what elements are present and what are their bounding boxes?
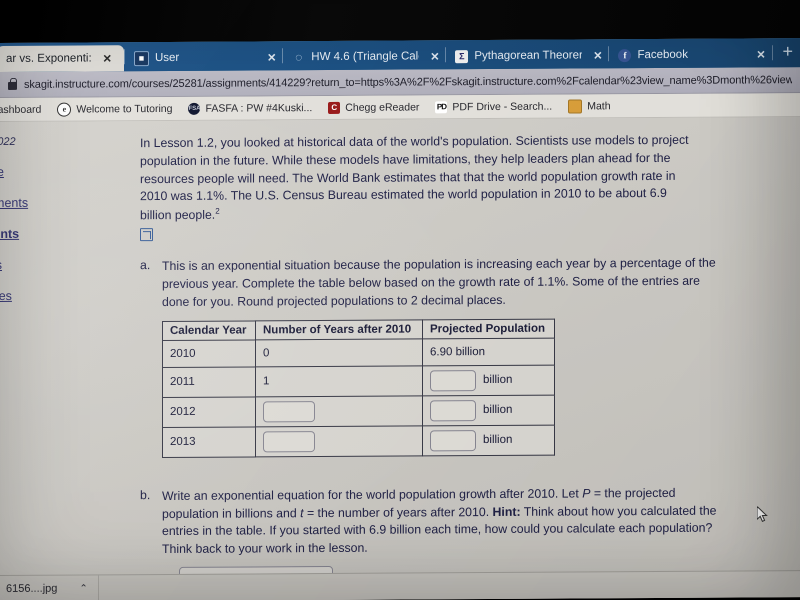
bookmark-pdf-drive[interactable]: PD PDF Drive - Search... bbox=[427, 100, 560, 113]
sidebar-item-assignments[interactable]: gnments bbox=[0, 226, 118, 241]
part-b-label: b. bbox=[140, 487, 151, 502]
download-file-name: 6156....jpg bbox=[6, 582, 58, 595]
unit-label: billion bbox=[483, 434, 513, 447]
tab-hw-triangle-calculations[interactable]: ◌ HW 4.6 (Triangle Calculations: ✕ bbox=[283, 43, 445, 70]
part-b-text-1: Write an exponential equation for the wo… bbox=[162, 486, 583, 503]
close-icon[interactable]: ✕ bbox=[267, 51, 276, 64]
tab-title: User bbox=[154, 51, 180, 65]
intro-text: In Lesson 1.2, you looked at historical … bbox=[140, 132, 689, 223]
assignment-content: In Lesson 1.2, you looked at historical … bbox=[140, 117, 790, 600]
tab-title: Facebook bbox=[637, 48, 688, 62]
bookmark-fasfa[interactable]: FSA FASFA : PW #4Kuski... bbox=[180, 102, 320, 115]
bookmark-label: Welcome to Tutoring bbox=[76, 102, 173, 116]
facebook-favicon-icon: f bbox=[618, 48, 632, 62]
user-favicon-icon: ■ bbox=[133, 50, 149, 66]
bookmark-label: FASFA : PW #4Kuski... bbox=[205, 101, 313, 115]
part-b-text-3: = the number of years after 2010. bbox=[303, 504, 493, 520]
table-row: 2011 1 billion bbox=[162, 364, 555, 398]
folder-icon bbox=[568, 98, 583, 114]
bookmark-chegg-ereader[interactable]: C Chegg eReader bbox=[320, 101, 427, 114]
years-after-input-2012[interactable] bbox=[263, 400, 315, 423]
tab-user[interactable]: ■ User ✕ bbox=[125, 44, 282, 71]
years-after-input-2013[interactable] bbox=[263, 430, 315, 453]
cell-years-after bbox=[255, 425, 423, 457]
cell-years-after: 0 bbox=[255, 338, 423, 367]
tab-pythagorean-theorem-calculator[interactable]: Σ Pythagorean Theorem Calcul ✕ bbox=[446, 42, 608, 69]
page-viewport: g 2022 ne ouncements gnments les ules In… bbox=[0, 117, 800, 600]
bookmark-label: PDF Drive - Search... bbox=[452, 100, 553, 113]
tab-linear-vs-exponential[interactable]: ar vs. Exponenti: ✕ bbox=[0, 45, 124, 73]
close-icon[interactable]: ✕ bbox=[430, 50, 439, 63]
new-tab-button[interactable]: + bbox=[773, 41, 800, 64]
column-header-years-after-2010: Number of Years after 2010 bbox=[255, 319, 423, 340]
close-icon[interactable]: ✕ bbox=[756, 48, 765, 61]
cell-calendar-year: 2013 bbox=[162, 426, 256, 458]
sigma-favicon-icon: Σ bbox=[455, 49, 469, 63]
population-input-2011[interactable] bbox=[430, 369, 476, 392]
screen-photo: ar vs. Exponenti: ✕ ■ User ✕ ◌ HW 4.6 (T… bbox=[0, 0, 800, 600]
bookmark-welcome-to-tutoring[interactable]: e Welcome to Tutoring bbox=[49, 101, 180, 117]
cell-projected-population: 6.90 billion bbox=[422, 337, 555, 366]
pdfdrive-favicon-icon: PD bbox=[435, 100, 448, 113]
tab-facebook[interactable]: f Facebook ✕ bbox=[609, 41, 771, 68]
population-table: Calendar Year Number of Years after 2010… bbox=[162, 318, 555, 458]
table-row: 2012 billion bbox=[162, 394, 555, 428]
download-shelf: 6156....jpg ⌃ bbox=[0, 570, 800, 600]
population-input-2012[interactable] bbox=[430, 399, 476, 422]
browser-tab-strip: ar vs. Exponenti: ✕ ■ User ✕ ◌ HW 4.6 (T… bbox=[0, 38, 800, 73]
download-item[interactable]: 6156....jpg ⌃ bbox=[0, 575, 99, 600]
browser-window: ar vs. Exponenti: ✕ ■ User ✕ ◌ HW 4.6 (T… bbox=[0, 38, 800, 600]
chegg-favicon-icon: C bbox=[328, 101, 341, 114]
tab-title: Pythagorean Theorem Calcul bbox=[474, 49, 583, 63]
cell-projected-population: billion bbox=[422, 424, 555, 456]
population-input-2013[interactable] bbox=[430, 429, 476, 452]
table-row: 2013 billion bbox=[162, 424, 555, 458]
course-term-label: g 2022 bbox=[0, 135, 16, 149]
part-a-label: a. bbox=[140, 258, 151, 273]
cell-calendar-year: 2012 bbox=[162, 396, 256, 428]
footnote-marker: 2 bbox=[215, 206, 220, 216]
fafsa-favicon-icon: FSA bbox=[188, 102, 201, 115]
cell-calendar-year: 2010 bbox=[162, 339, 256, 368]
monitor-bezel-top bbox=[0, 0, 800, 43]
chevron-up-icon[interactable]: ⌃ bbox=[79, 583, 87, 594]
cell-projected-population: billion bbox=[422, 394, 555, 426]
edmentum-favicon-icon: e bbox=[57, 102, 72, 117]
cell-years-after: 1 bbox=[255, 365, 423, 397]
bookmark-label: Math bbox=[587, 99, 611, 112]
close-icon[interactable]: ✕ bbox=[593, 49, 602, 62]
external-link-icon[interactable] bbox=[140, 228, 153, 242]
address-bar-url: skagit.instructure.com/courses/25281/ass… bbox=[24, 73, 792, 91]
cell-years-after bbox=[255, 395, 423, 427]
column-header-calendar-year: Calendar Year bbox=[162, 320, 256, 341]
loading-spinner-icon: ◌ bbox=[295, 50, 303, 65]
close-icon[interactable]: ✕ bbox=[103, 52, 112, 65]
sidebar-item-modules[interactable]: ules bbox=[0, 288, 118, 303]
tab-title: ar vs. Exponenti: bbox=[6, 52, 92, 65]
cell-projected-population: billion bbox=[422, 364, 555, 396]
question-part-a: a. This is an exponential situation beca… bbox=[140, 255, 722, 458]
part-a-text: This is an exponential situation because… bbox=[162, 255, 716, 309]
bookmark-label: Dashboard bbox=[0, 103, 42, 116]
unit-label: billion bbox=[483, 404, 513, 417]
bookmark-label: Chegg eReader bbox=[345, 100, 420, 114]
unit-label: billion bbox=[483, 374, 513, 387]
table-row: 2010 0 6.90 billion bbox=[162, 337, 555, 368]
sidebar-item-announcements[interactable]: ouncements bbox=[0, 195, 118, 210]
sidebar-item-files[interactable]: les bbox=[0, 257, 118, 272]
bookmark-dashboard[interactable]: Dashboard bbox=[0, 103, 49, 115]
column-header-projected-population: Projected Population bbox=[422, 318, 555, 339]
cell-calendar-year: 2011 bbox=[162, 366, 256, 398]
part-b-text: Write an exponential equation for the wo… bbox=[162, 484, 722, 559]
bookmark-folder-math[interactable]: Math bbox=[560, 98, 618, 114]
intro-paragraph: In Lesson 1.2, you looked at historical … bbox=[140, 132, 692, 226]
course-navigation: g 2022 ne ouncements gnments les ules bbox=[0, 121, 118, 600]
table-header-row: Calendar Year Number of Years after 2010… bbox=[162, 318, 555, 341]
hint-label: Hint: bbox=[492, 504, 521, 519]
tab-title: HW 4.6 (Triangle Calculations: bbox=[311, 50, 420, 64]
sidebar-item-home[interactable]: ne bbox=[0, 164, 118, 179]
lock-icon bbox=[8, 81, 17, 90]
